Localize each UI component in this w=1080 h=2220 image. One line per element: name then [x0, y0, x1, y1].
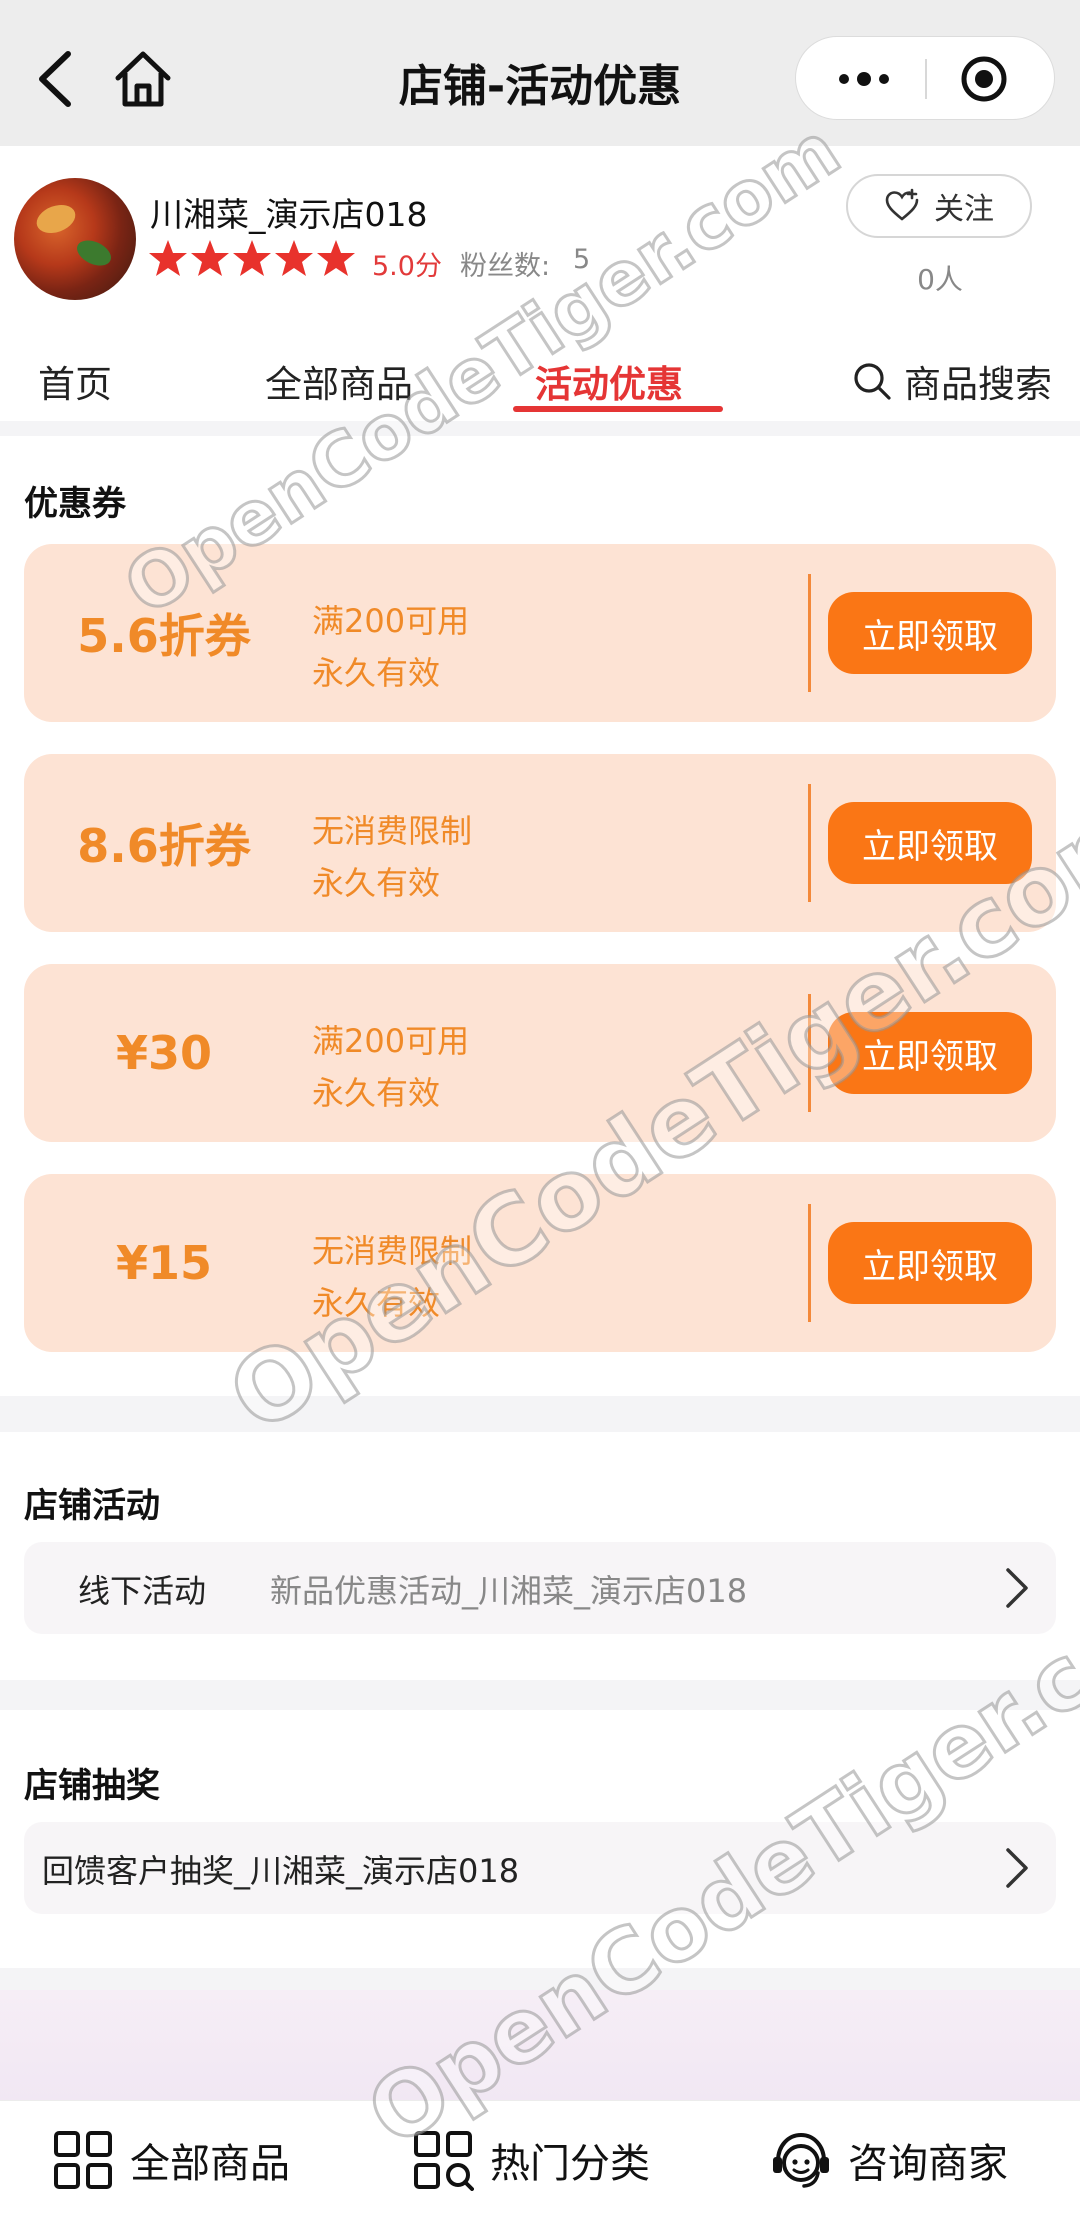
active-tab-indicator	[513, 406, 723, 412]
coupon-validity: 永久有效	[312, 1074, 441, 1112]
coupon-condition: 无消费限制	[312, 1232, 473, 1270]
customer-service-icon	[773, 2132, 829, 2188]
shop-activity-section: 店铺活动 线下活动 新品优惠活动_川湘菜_演示店018	[0, 1432, 1080, 1680]
nav-contact-merchant[interactable]: 咨询商家	[770, 2129, 1008, 2191]
follow-button[interactable]: 关注	[846, 174, 1032, 238]
nav-all-products[interactable]: 全部商品	[52, 2129, 290, 2191]
claim-coupon-button[interactable]: 立即领取	[828, 1012, 1032, 1094]
coupon-condition: 无消费限制	[312, 812, 473, 850]
follower-count: 0人	[917, 263, 963, 296]
grid-icon	[54, 2131, 112, 2189]
tab-all-products[interactable]: 全部商品	[265, 354, 413, 408]
coupon-condition: 满200可用	[312, 602, 470, 640]
star-icon	[191, 240, 229, 276]
activity-row[interactable]: 线下活动 新品优惠活动_川湘菜_演示店018	[24, 1542, 1056, 1634]
section-title-activity: 店铺活动	[24, 1486, 160, 1526]
lottery-row[interactable]: 回馈客户抽奖_川湘菜_演示店018	[24, 1822, 1056, 1914]
title-bar: 店铺-活动优惠	[0, 0, 1080, 146]
fans-count: 5	[573, 244, 591, 275]
coupon-card: ¥30 满200可用 永久有效 立即领取	[24, 964, 1056, 1142]
section-title-coupons: 优惠券	[24, 484, 126, 524]
coupon-amount: ¥15	[115, 1236, 213, 1290]
claim-coupon-button[interactable]: 立即领取	[828, 1222, 1032, 1304]
coupon-divider	[808, 784, 811, 902]
coupon-validity: 永久有效	[312, 864, 441, 902]
coupon-divider	[808, 1204, 811, 1322]
coupon-divider	[808, 994, 811, 1112]
star-icon	[275, 240, 313, 276]
close-target-icon[interactable]	[960, 55, 1008, 103]
coupon-amount: 8.6折券	[77, 819, 251, 873]
nav-all-products-label: 全部商品	[130, 2141, 290, 2187]
coupon-validity: 永久有效	[312, 654, 441, 692]
tab-home[interactable]: 首页	[38, 354, 112, 408]
star-icon	[149, 240, 187, 276]
activity-name: 新品优惠活动_川湘菜_演示店018	[270, 1572, 748, 1610]
follow-label: 关注	[934, 192, 994, 227]
coupon-card: 8.6折券 无消费限制 永久有效 立即领取	[24, 754, 1056, 932]
search-icon	[854, 363, 891, 400]
footer-spacer	[0, 1990, 1080, 2100]
coupon-amount: ¥30	[115, 1026, 213, 1080]
chevron-right-icon	[1006, 1568, 1028, 1608]
shop-avatar[interactable]	[14, 178, 136, 300]
mini-program-capsule	[795, 36, 1055, 120]
section-title-lottery: 店铺抽奖	[24, 1766, 160, 1806]
capsule-divider	[925, 59, 927, 99]
lottery-name: 回馈客户抽奖_川湘菜_演示店018	[42, 1852, 520, 1890]
coupon-divider	[808, 574, 811, 692]
shop-tabs: 首页 全部商品 活动优惠 商品搜索	[0, 348, 1080, 421]
coupon-card: 5.6折券 满200可用 永久有效 立即领取	[24, 544, 1056, 722]
coupon-amount: 5.6折券	[77, 609, 251, 663]
shop-name: 川湘菜_演示店018	[150, 195, 428, 234]
coupon-validity: 永久有效	[312, 1284, 441, 1322]
nav-hot-categories-label: 热门分类	[490, 2141, 650, 2187]
tab-product-search-label: 商品搜索	[904, 363, 1052, 406]
shop-lottery-section: 店铺抽奖 回馈客户抽奖_川湘菜_演示店018	[0, 1710, 1080, 1968]
fans-label: 粉丝数:	[460, 251, 551, 282]
claim-coupon-button[interactable]: 立即领取	[828, 592, 1032, 674]
tab-product-search[interactable]: 商品搜索	[852, 354, 1052, 408]
nav-hot-categories[interactable]: 热门分类	[412, 2129, 650, 2191]
claim-coupon-button[interactable]: 立即领取	[828, 802, 1032, 884]
star-icon	[317, 240, 355, 276]
nav-contact-merchant-label: 咨询商家	[848, 2141, 1008, 2187]
coupon-condition: 满200可用	[312, 1022, 470, 1060]
bottom-nav: 全部商品 热门分类 咨询商家	[0, 2100, 1080, 2220]
heart-plus-icon	[885, 188, 919, 221]
activity-type-label: 线下活动	[78, 1572, 207, 1610]
more-icon[interactable]	[834, 61, 894, 97]
coupon-section: 优惠券 5.6折券 满200可用 永久有效 立即领取 8.6折券 无消费限制 永…	[0, 436, 1080, 1396]
rating-score: 5.0分	[372, 251, 442, 282]
coupon-card: ¥15 无消费限制 永久有效 立即领取	[24, 1174, 1056, 1352]
chevron-right-icon	[1006, 1848, 1028, 1888]
shop-header: 川湘菜_演示店018 5.0分 粉丝数: 5 关注 0人 首页 全部商品 活动优…	[0, 146, 1080, 421]
rating-stars	[148, 238, 356, 278]
category-search-icon	[414, 2131, 474, 2191]
tab-promotions[interactable]: 活动优惠	[535, 354, 683, 408]
star-icon	[233, 240, 271, 276]
